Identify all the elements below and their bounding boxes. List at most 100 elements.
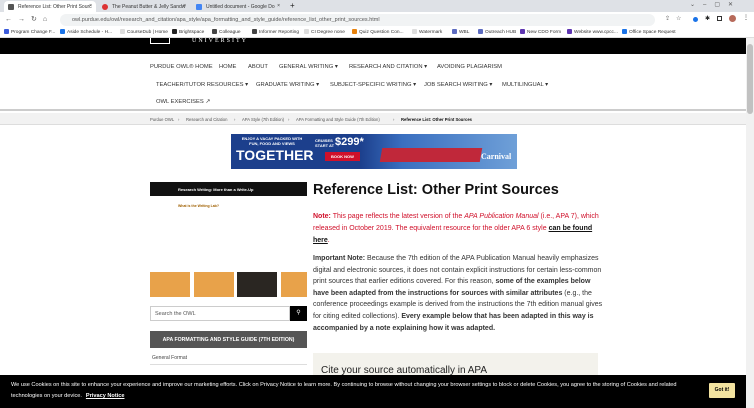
bookmark-icon	[567, 29, 572, 34]
search-input[interactable]: Search the OWL	[150, 306, 290, 321]
nav-item[interactable]: JOB SEARCH WRITING ▾	[424, 82, 492, 88]
bookmark-label: Colleague	[219, 30, 241, 35]
breadcrumb-item: Reference List: Other Print Sources	[401, 117, 472, 122]
extension-icon[interactable]	[693, 17, 698, 22]
bookmark-icon	[478, 29, 483, 34]
bookmarks-bar: Program Change F... Aside Schedule - H...…	[0, 28, 754, 38]
bookmark-item[interactable]: Aside Schedule - H...	[60, 29, 112, 35]
breadcrumb-separator: ›	[234, 117, 236, 122]
breadcrumb-item[interactable]: Purdue OWL	[150, 117, 174, 122]
bookmark-icon	[252, 29, 257, 34]
bookmark-item[interactable]: WBL	[452, 29, 469, 35]
bookmark-label: Office Space Request	[629, 30, 676, 35]
got-it-button[interactable]: Got it!	[709, 383, 735, 398]
note-italic: APA Publication Manual	[464, 213, 539, 220]
owl-favicon-icon	[8, 4, 14, 10]
tab-label: Reference List: Other Print Sourc	[18, 4, 92, 10]
tab-label: The Peanut Butter & Jelly Sandw	[112, 4, 186, 10]
search-button[interactable]: ⚲	[290, 306, 307, 321]
cookie-banner: We use Cookies on this site to enhance y…	[0, 375, 746, 408]
bookmark-item[interactable]: Outreach HUB	[478, 29, 516, 35]
nav-item[interactable]: RESEARCH AND CITATION ▾	[349, 64, 427, 70]
breadcrumb-item[interactable]: APA Formatting and Style Guide (7th Edit…	[296, 117, 380, 122]
sidebar-section-header[interactable]: APA FORMATTING AND STYLE GUIDE (7TH EDIT…	[150, 331, 307, 348]
banner-subtitle: What is the Writing Lab?	[178, 204, 219, 208]
breadcrumb-item[interactable]: Research and Citation	[186, 117, 227, 122]
bookmark-item[interactable]: Program Change F...	[4, 29, 55, 35]
cruise-ad-banner[interactable]: ENJOY A VACAY PACKED WITH FUN, FOOD AND …	[231, 134, 517, 169]
bookmark-label: New CDO Form	[527, 30, 562, 35]
scrollbar-thumb[interactable]	[747, 44, 753, 114]
bookmark-label: Informer Reporting	[259, 30, 299, 35]
bookmark-icon	[60, 29, 65, 34]
bookmark-item[interactable]: Watermark	[412, 29, 442, 35]
bookmark-item[interactable]: Quiz Question Con...	[352, 29, 404, 35]
bookmark-item[interactable]: Brightspace	[172, 29, 204, 35]
search-icon: ⚲	[296, 310, 301, 316]
nav-item[interactable]: HOME	[219, 64, 236, 70]
close-tab-icon[interactable]: ×	[89, 3, 92, 9]
nav-item[interactable]: TEACHER/TUTOR RESOURCES ▾	[156, 82, 248, 88]
nav-item[interactable]: PURDUE OWL® HOME	[150, 64, 213, 70]
url-input[interactable]: owl.purdue.edu/owl/research_and_citation…	[60, 14, 655, 26]
bookmark-item[interactable]: CI Degree none	[304, 29, 345, 35]
nav-item[interactable]: SUBJECT-SPECIFIC WRITING ▾	[330, 82, 416, 88]
nav-item[interactable]: OWL EXERCISES ↗	[156, 99, 210, 105]
bookmark-item[interactable]: Colleague	[212, 29, 241, 35]
avatar[interactable]	[729, 15, 736, 22]
tab-google-doc[interactable]: Untitled document - Google Do ×	[192, 1, 284, 12]
bookmark-item[interactable]: Website www.cpcc...	[567, 29, 618, 35]
docs-favicon-icon	[196, 4, 202, 10]
ad-book-now-button[interactable]: BOOK NOW	[325, 152, 360, 161]
ad-brand: Carnival	[481, 152, 512, 161]
window-controls-icon[interactable]: ⌄–▢✕	[690, 1, 741, 8]
puzzle-icon[interactable]: ✱	[705, 15, 710, 22]
nav-item[interactable]: AVOIDING PLAGIARISM	[437, 64, 502, 70]
carousel-thumbnail[interactable]	[194, 272, 234, 297]
banner-title: Research Writing: More than a Write-Up	[178, 187, 254, 192]
bookmark-icon	[352, 29, 357, 34]
sidebar-item-general-format[interactable]: General Format	[150, 353, 307, 365]
close-tab-icon[interactable]: ×	[277, 3, 280, 9]
bookmark-icon	[212, 29, 217, 34]
share-icon[interactable]: ⇪	[665, 15, 670, 22]
bookmark-label: WBL	[459, 30, 470, 35]
main-nav: PURDUE OWL® HOME HOME ABOUT GENERAL WRITING…	[0, 54, 746, 111]
bookmark-icon	[120, 29, 125, 34]
logo-icon	[150, 38, 170, 44]
sidepanel-icon[interactable]	[717, 16, 722, 21]
carousel-thumbnail[interactable]	[237, 272, 277, 297]
bookmark-label: Brightspace	[179, 30, 205, 35]
ad-price-prefix: CRUISES START AT	[315, 138, 335, 148]
version-note: Note: This page reflects the latest vers…	[313, 213, 599, 244]
important-label: Important Note:	[313, 255, 366, 262]
breadcrumb-item[interactable]: APA Style (7th Edition)	[242, 117, 284, 122]
back-forward-reload-home-icon[interactable]: ←→↻⌂	[5, 15, 53, 23]
nav-item[interactable]: MULTILINGUAL ▾	[502, 82, 548, 88]
university-logo: UNIVERSITY	[192, 38, 248, 44]
tab-peanut-butter[interactable]: The Peanut Butter & Jelly Sandw ×	[98, 1, 190, 12]
bookmark-item[interactable]: New CDO Form	[520, 29, 561, 35]
tab-reference-list[interactable]: Reference List: Other Print Sourc ×	[4, 1, 96, 12]
bookmark-label: Aside Schedule - H...	[67, 30, 113, 35]
nav-item[interactable]: GRADUATE WRITING ▾	[256, 82, 319, 88]
new-tab-icon[interactable]: +	[290, 1, 295, 10]
close-tab-icon[interactable]: ×	[183, 3, 186, 9]
bookmark-item[interactable]: CourseDub | Home	[120, 29, 168, 35]
sidebar-video-banner[interactable]: Research Writing: More than a Write-Up	[150, 182, 307, 196]
note-label: Note:	[313, 213, 331, 220]
privacy-notice-link[interactable]: Privacy Notice	[86, 393, 125, 399]
important-note: Important Note: Because the 7th edition …	[313, 253, 603, 334]
carousel-thumbnail[interactable]	[150, 272, 190, 297]
nav-item[interactable]: ABOUT	[248, 64, 268, 70]
breadcrumb-separator: ›	[393, 117, 395, 122]
bookmark-item[interactable]: Informer Reporting	[252, 29, 299, 35]
menu-icon[interactable]: ⋮	[743, 14, 749, 21]
star-icon[interactable]: ☆	[676, 15, 681, 22]
bookmark-icon	[452, 29, 457, 34]
carousel-thumbnail[interactable]	[281, 272, 307, 297]
bookmark-item[interactable]: Office Space Request	[622, 29, 676, 35]
bookmark-label: CourseDub | Home	[127, 30, 168, 35]
ship-image	[379, 148, 483, 162]
nav-item[interactable]: GENERAL WRITING ▾	[279, 64, 338, 70]
